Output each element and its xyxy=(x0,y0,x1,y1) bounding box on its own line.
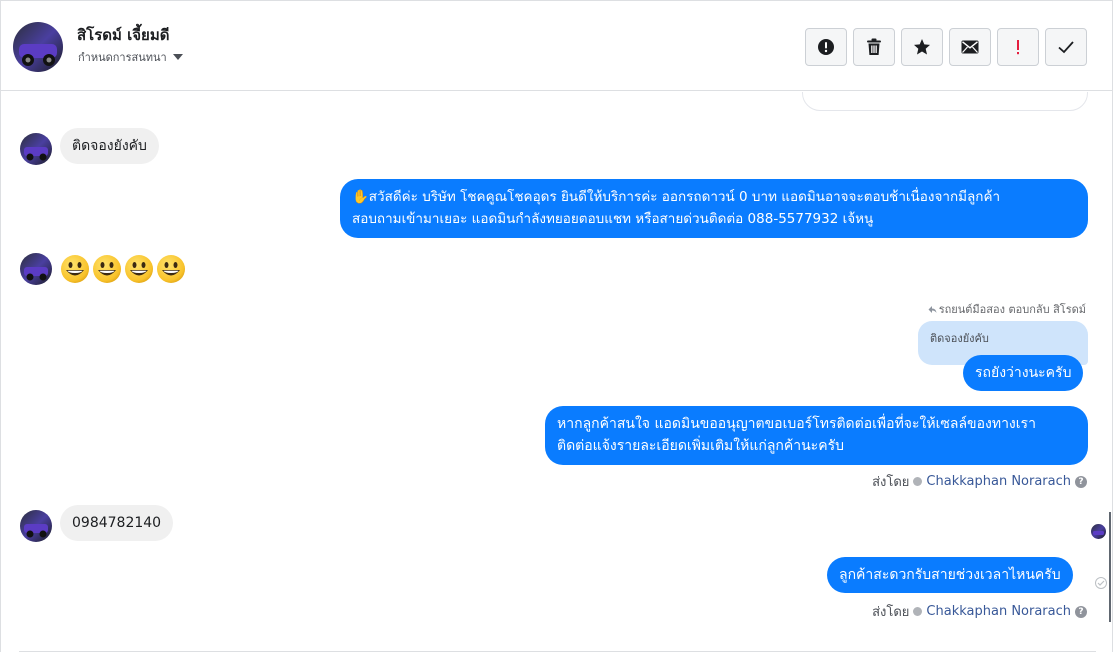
sent-by-label: ส่งโดย xyxy=(872,605,910,620)
message-line: ✋สวัสดีค่ะ บริษัท โชคคูณโชคอุดร ยินดีให้… xyxy=(352,189,1001,205)
caret-down-icon xyxy=(172,54,183,60)
contact-name: สิโรดม์ เจี้ยมดี xyxy=(77,26,170,44)
delivered-check-icon xyxy=(1095,577,1107,589)
grinning-face-emoji-icon xyxy=(125,255,153,283)
delete-button[interactable] xyxy=(853,28,895,66)
contact-avatar[interactable] xyxy=(13,22,63,72)
outgoing-message[interactable]: ลูกค้าสะดวกรับสายช่วงเวลาไหนครับ xyxy=(827,557,1073,593)
incoming-message[interactable]: 0984782140 xyxy=(60,505,174,541)
conversation-settings-dropdown[interactable]: กำหนดการสนทนา xyxy=(78,48,183,66)
report-spam-button[interactable] xyxy=(805,28,847,66)
sent-by-label: ส่งโดย xyxy=(872,475,910,490)
emoji-message[interactable] xyxy=(60,254,186,284)
mark-done-button[interactable] xyxy=(1045,28,1087,66)
checkmark-icon xyxy=(1058,41,1074,54)
sender-avatar[interactable] xyxy=(20,510,52,542)
message-line: สอบถามเข้ามาเยอะ แอดมินกำลังทยอยตอบแชท ห… xyxy=(352,211,874,227)
message-line: หากลูกค้าสนใจ แอดมินขออนุญาตขอเบอร์โทรติ… xyxy=(557,416,1036,432)
seen-by-avatar xyxy=(1091,524,1106,539)
sender-avatar[interactable] xyxy=(20,133,52,165)
mark-unread-button[interactable] xyxy=(949,28,991,66)
reply-arrow-icon xyxy=(928,305,937,313)
reply-context: รถยนต์มือสอง ตอบกลับ สิโรดม์ xyxy=(928,300,1086,318)
star-button[interactable] xyxy=(901,28,943,66)
messenger-window: สิโรดม์ เจี้ยมดี กำหนดการสนทนา ติดจองยัง… xyxy=(0,0,1113,652)
scrollbar[interactable] xyxy=(1109,512,1111,622)
exclamation-icon xyxy=(1017,40,1019,55)
conversation-settings-label: กำหนดการสนทนา xyxy=(78,51,167,64)
reply-context-label: รถยนต์มือสอง ตอบกลับ สิโรดม์ xyxy=(938,303,1086,316)
grinning-face-emoji-icon xyxy=(157,255,185,283)
help-icon[interactable]: ? xyxy=(1075,605,1087,618)
action-toolbar xyxy=(805,28,1087,66)
conversation-header: สิโรดม์ เจี้ยมดี กำหนดการสนทนา xyxy=(1,1,1112,91)
exclamation-circle-icon xyxy=(818,39,834,55)
sent-by-info: ส่งโดย Chakkaphan Norarach ? xyxy=(872,471,1087,492)
previous-message-bubble xyxy=(802,92,1088,111)
message-list[interactable]: ติดจองยังคับ ✋สวัสดีค่ะ บริษัท โชคคูณโชค… xyxy=(1,92,1112,652)
help-icon[interactable]: ? xyxy=(1075,475,1087,488)
incoming-message[interactable]: ติดจองยังคับ xyxy=(60,128,159,164)
agent-name-link[interactable]: Chakkaphan Norarach xyxy=(926,474,1071,489)
sent-by-info: ส่งโดย Chakkaphan Norarach ? xyxy=(872,601,1087,622)
grinning-face-emoji-icon xyxy=(93,255,121,283)
outgoing-message[interactable]: ✋สวัสดีค่ะ บริษัท โชคคูณโชคอุดร ยินดีให้… xyxy=(340,179,1088,238)
agent-name-link[interactable]: Chakkaphan Norarach xyxy=(926,604,1071,619)
verified-icon xyxy=(913,477,923,486)
trash-icon xyxy=(867,38,881,55)
envelope-icon xyxy=(961,40,979,54)
message-line: ติดต่อแจ้งรายละเอียดเพิ่มเติมให้แก่ลูกค้… xyxy=(557,438,844,454)
verified-icon xyxy=(913,607,923,616)
grinning-face-emoji-icon xyxy=(61,255,89,283)
outgoing-message[interactable]: รถยังว่างนะครับ xyxy=(963,355,1084,391)
mark-follow-up-button[interactable] xyxy=(997,28,1039,66)
star-icon xyxy=(914,39,930,55)
sender-avatar[interactable] xyxy=(20,253,52,285)
outgoing-message[interactable]: หากลูกค้าสนใจ แอดมินขออนุญาตขอเบอร์โทรติ… xyxy=(545,406,1088,465)
